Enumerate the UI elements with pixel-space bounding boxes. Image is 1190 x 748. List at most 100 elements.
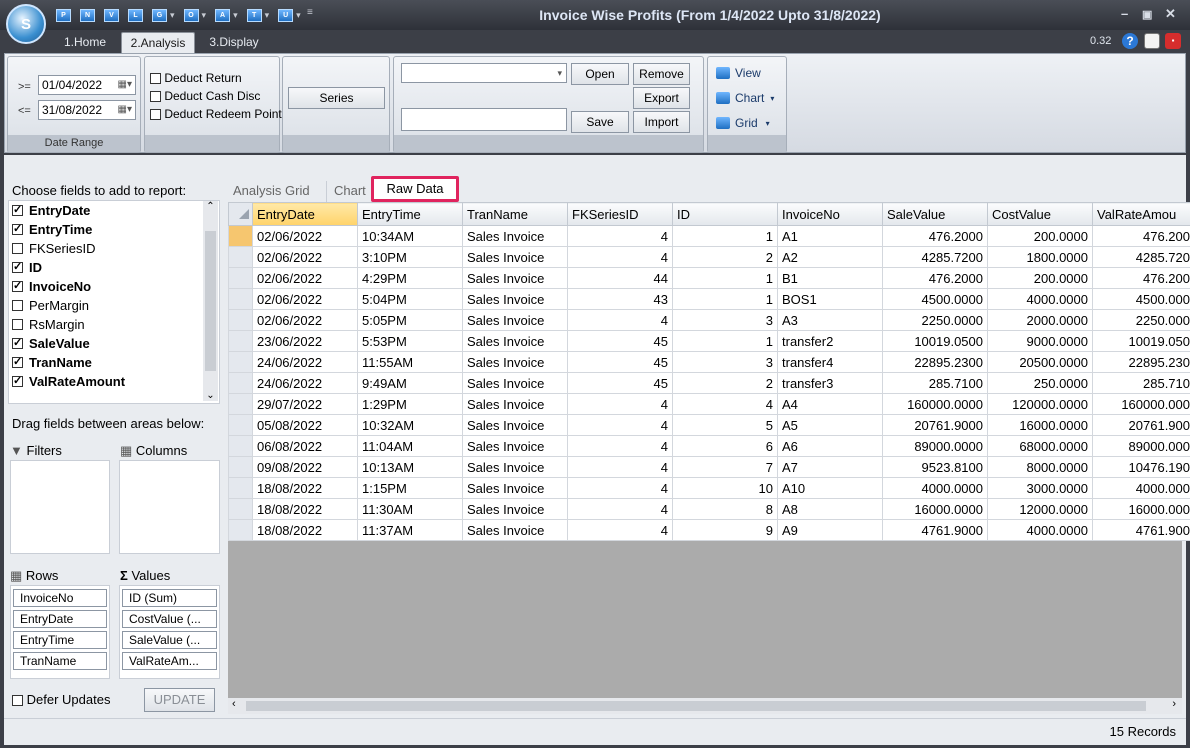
- minimize-icon[interactable]: –: [1121, 6, 1128, 21]
- field-item[interactable]: ✓ EntryTime: [9, 220, 203, 239]
- column-header[interactable]: TranName: [462, 202, 568, 226]
- table-row[interactable]: 24/06/2022 9:49AM Sales Invoice 45 2 transfer…: [228, 372, 1190, 394]
- table-cell[interactable]: 89000.000: [1092, 435, 1190, 457]
- column-header[interactable]: SaleValue: [882, 202, 988, 226]
- table-cell[interactable]: Sales Invoice: [462, 309, 568, 331]
- checkbox-icon[interactable]: ✓: [12, 262, 23, 273]
- table-cell[interactable]: 18/08/2022: [252, 477, 358, 499]
- table-cell[interactable]: 200.0000: [987, 225, 1093, 247]
- table-cell[interactable]: 3: [672, 309, 778, 331]
- table-cell[interactable]: 44: [567, 267, 673, 289]
- table-cell[interactable]: 2250.000: [1092, 309, 1190, 331]
- checkbox-icon[interactable]: ✓: [12, 376, 23, 387]
- table-cell[interactable]: BOS1: [777, 288, 883, 310]
- table-cell[interactable]: 45: [567, 372, 673, 394]
- field-item[interactable]: ✓ ID: [9, 258, 203, 277]
- table-cell[interactable]: 10: [672, 477, 778, 499]
- table-cell[interactable]: 23/06/2022: [252, 330, 358, 352]
- field-list[interactable]: ✓ EntryDate ✓ EntryTime FKSeriesID ✓ ID ✓ Invoic…: [8, 200, 220, 404]
- table-cell[interactable]: 4: [567, 477, 673, 499]
- table-cell[interactable]: 4500.0000: [882, 288, 988, 310]
- table-cell[interactable]: 4: [567, 393, 673, 415]
- row-header[interactable]: [228, 330, 253, 352]
- table-cell[interactable]: 22895.2300: [882, 351, 988, 373]
- chevron-down-icon[interactable]: ▾: [202, 10, 207, 21]
- table-row[interactable]: 18/08/2022 11:37AM Sales Invoice 4 9 A9 4761.9…: [228, 519, 1190, 541]
- table-cell[interactable]: 8: [672, 498, 778, 520]
- row-header[interactable]: [228, 393, 253, 415]
- row-header[interactable]: [228, 288, 253, 310]
- value-field-chip[interactable]: ValRateAm...: [122, 652, 217, 670]
- table-cell[interactable]: Sales Invoice: [462, 477, 568, 499]
- table-cell[interactable]: 4: [567, 309, 673, 331]
- row-header[interactable]: [228, 351, 253, 373]
- from-date-input[interactable]: 01/04/2022 ▦▾: [38, 75, 136, 95]
- document-icon[interactable]: [1144, 33, 1160, 49]
- scroll-up-icon[interactable]: ⌃: [203, 201, 218, 212]
- table-cell[interactable]: Sales Invoice: [462, 330, 568, 352]
- calendar-icon[interactable]: ▦▾: [118, 101, 132, 119]
- table-cell[interactable]: 476.2000: [882, 267, 988, 289]
- chevron-down-icon[interactable]: ▾: [170, 10, 175, 21]
- columns-drop-area[interactable]: [119, 460, 220, 554]
- field-item[interactable]: ✓ ValRateAmount: [9, 372, 203, 391]
- table-cell[interactable]: transfer2: [777, 330, 883, 352]
- table-cell[interactable]: 11:55AM: [357, 351, 463, 373]
- table-cell[interactable]: 1: [672, 225, 778, 247]
- table-cell[interactable]: 5: [672, 414, 778, 436]
- table-cell[interactable]: 16000.0000: [882, 498, 988, 520]
- table-cell[interactable]: 6: [672, 435, 778, 457]
- checkbox-icon[interactable]: ✓: [12, 281, 23, 292]
- table-cell[interactable]: 200.0000: [987, 267, 1093, 289]
- table-cell[interactable]: 1800.0000: [987, 246, 1093, 268]
- app-menu-button[interactable]: S: [6, 4, 46, 44]
- table-cell[interactable]: Sales Invoice: [462, 288, 568, 310]
- table-cell[interactable]: 2000.0000: [987, 309, 1093, 331]
- quick-access-v-icon[interactable]: V: [104, 8, 119, 22]
- field-item[interactable]: ✓ EntryDate: [9, 201, 203, 220]
- table-cell[interactable]: 10476.190: [1092, 456, 1190, 478]
- table-cell[interactable]: 4000.000: [1092, 477, 1190, 499]
- save-button[interactable]: Save: [571, 111, 629, 133]
- table-cell[interactable]: 1: [672, 267, 778, 289]
- chevron-down-icon[interactable]: ▾: [770, 94, 774, 103]
- field-item[interactable]: FKSeriesID: [9, 239, 203, 258]
- table-cell[interactable]: 1:29PM: [357, 393, 463, 415]
- table-cell[interactable]: 02/06/2022: [252, 246, 358, 268]
- table-cell[interactable]: 4: [567, 498, 673, 520]
- row-header[interactable]: [228, 456, 253, 478]
- table-cell[interactable]: Sales Invoice: [462, 246, 568, 268]
- column-header[interactable]: ID: [672, 202, 778, 226]
- row-header[interactable]: [228, 267, 253, 289]
- table-cell[interactable]: 09/08/2022: [252, 456, 358, 478]
- table-cell[interactable]: Sales Invoice: [462, 498, 568, 520]
- table-cell[interactable]: 3: [672, 351, 778, 373]
- quick-access-l-icon[interactable]: L: [128, 8, 143, 22]
- table-cell[interactable]: 9:49AM: [357, 372, 463, 394]
- scroll-left-icon[interactable]: ‹: [232, 698, 236, 710]
- table-row[interactable]: 09/08/2022 10:13AM Sales Invoice 4 7 A7 9523.8…: [228, 456, 1190, 478]
- table-cell[interactable]: A3: [777, 309, 883, 331]
- table-cell[interactable]: B1: [777, 267, 883, 289]
- table-row[interactable]: 02/06/2022 3:10PM Sales Invoice 4 2 A2 4285.72…: [228, 246, 1190, 268]
- table-cell[interactable]: 20500.0000: [987, 351, 1093, 373]
- field-item[interactable]: PerMargin: [9, 296, 203, 315]
- table-cell[interactable]: 45: [567, 330, 673, 352]
- table-cell[interactable]: A6: [777, 435, 883, 457]
- table-cell[interactable]: 16000.0000: [987, 414, 1093, 436]
- value-field-chip[interactable]: ID (Sum): [122, 589, 217, 607]
- row-header[interactable]: [228, 498, 253, 520]
- table-cell[interactable]: 476.200: [1092, 225, 1190, 247]
- table-cell[interactable]: Sales Invoice: [462, 267, 568, 289]
- deduct-redeem-points-checkbox[interactable]: Deduct Redeem Points: [150, 107, 288, 121]
- table-cell[interactable]: 10:32AM: [357, 414, 463, 436]
- quick-access-a-icon[interactable]: A: [215, 8, 231, 22]
- table-row[interactable]: 02/06/2022 5:04PM Sales Invoice 43 1 BOS1 4500…: [228, 288, 1190, 310]
- field-list-scrollbar[interactable]: ⌃ ⌄: [203, 201, 218, 401]
- checkbox-icon[interactable]: ✓: [12, 205, 23, 216]
- table-cell[interactable]: transfer3: [777, 372, 883, 394]
- row-header[interactable]: [228, 309, 253, 331]
- checkbox-icon[interactable]: [150, 91, 161, 103]
- table-cell[interactable]: 16000.000: [1092, 498, 1190, 520]
- table-cell[interactable]: 4: [567, 435, 673, 457]
